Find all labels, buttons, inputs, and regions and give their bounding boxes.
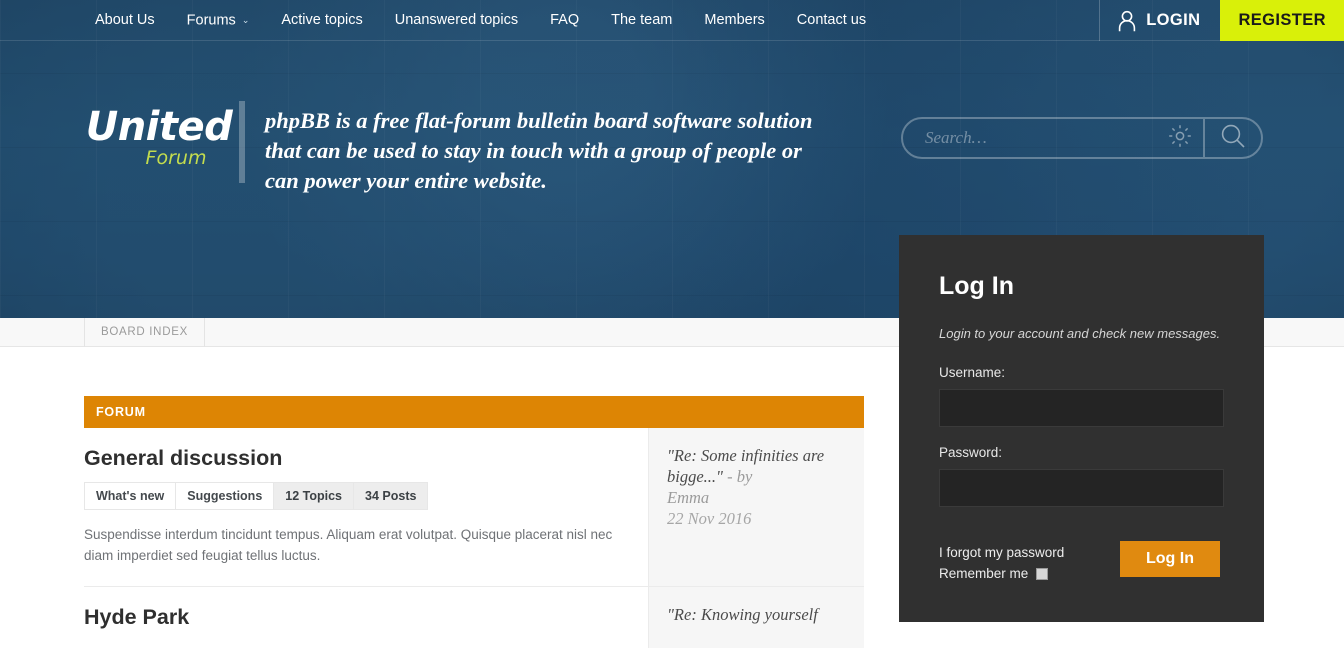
register-nav-label: REGISTER [1238,11,1326,29]
username-field[interactable] [939,389,1224,427]
forum-row-subtabs: What's new Suggestions 12 Topics 34 Post… [84,482,628,510]
search-bar [901,117,1263,159]
forum-row: Hyde Park "Re: Knowing yourself [84,587,864,648]
nav-item-contact-us[interactable]: Contact us [781,0,882,41]
nav-item-label: FAQ [550,12,580,28]
login-panel: Log In Login to your account and check n… [899,235,1264,622]
nav-item-label: Active topics [281,12,363,28]
nav-item-about-us[interactable]: About Us [95,0,171,41]
login-panel-subtitle: Login to your account and check new mess… [939,326,1221,341]
nav-links: About Us Forums ⌄ Active topics Unanswere… [95,0,882,41]
forum-stat-topics: 12 Topics [273,482,354,510]
register-nav-button[interactable]: REGISTER [1220,0,1344,41]
forum-subtab-suggestions[interactable]: Suggestions [175,482,274,510]
forum-list: FORUM General discussion What's new Sugg… [84,396,864,648]
username-label: Username: [939,365,1006,380]
forum-row-title[interactable]: General discussion [84,445,628,471]
password-label: Password: [939,445,1003,460]
forum-subtab-whats-new[interactable]: What's new [84,482,176,510]
remember-me-checkbox[interactable] [1036,568,1049,580]
nav-item-active-topics[interactable]: Active topics [265,0,378,41]
login-nav-label: LOGIN [1146,11,1201,29]
login-panel-title: Log In [939,272,1014,300]
page-root: About Us Forums ⌄ Active topics Unanswere… [0,0,1344,648]
magnifier-icon [1219,122,1247,155]
forum-stat-posts: 34 Posts [353,482,429,510]
gear-icon[interactable] [1167,123,1203,154]
last-post-date: 22 Nov 2016 [667,509,752,528]
nav-item-label: Contact us [796,12,867,28]
nav-item-unanswered-topics[interactable]: Unanswered topics [379,0,534,41]
login-panel-options: I forgot my password Remember me [939,541,1104,584]
nav-item-label: Unanswered topics [394,12,519,28]
user-icon [1117,10,1137,32]
nav-item-label: Members [704,12,765,28]
password-field[interactable] [939,469,1224,507]
login-panel-footer: I forgot my password Remember me Log In [939,541,1224,584]
last-post-subject[interactable]: "Re: Knowing yourself [667,605,818,624]
nav-item-forums[interactable]: Forums ⌄ [171,0,266,41]
login-submit-button[interactable]: Log In [1120,541,1220,577]
hero-tagline: phpBB is a free flat-forum bulletin boar… [265,108,813,193]
forum-row-last-post: "Re: Some infinities are bigge..." - by … [648,428,864,586]
site-logo-name: United [85,104,233,150]
brand-divider [239,101,245,183]
chevron-down-icon: ⌄ [241,14,250,25]
search-input[interactable] [903,128,1167,148]
nav-item-members[interactable]: Members [688,0,780,41]
forum-row-title[interactable]: Hyde Park [84,604,628,630]
last-post-author[interactable]: Emma [667,487,850,508]
forum-row-main: General discussion What's new Suggestion… [84,428,648,586]
forum-list-header: FORUM [84,396,864,428]
forum-row-description: Suspendisse interdum tincidunt tempus. A… [84,527,613,563]
breadcrumb-item-board-index[interactable]: BOARD INDEX [84,318,205,347]
login-nav-button[interactable]: LOGIN [1100,0,1220,41]
nav-item-label: Forums [186,12,236,29]
nav-item-faq[interactable]: FAQ [534,0,595,41]
forum-row-main: Hyde Park [84,587,648,648]
nav-item-the-team[interactable]: The team [595,0,688,41]
nav-item-label: About Us [95,12,155,28]
remember-me-label: Remember me [939,566,1029,581]
remember-me-row: Remember me [939,564,1104,584]
site-logo[interactable]: United Forum [84,105,234,169]
nav-item-label: The team [611,12,673,28]
top-navigation: About Us Forums ⌄ Active topics Unanswere… [0,0,1344,41]
forum-row-last-post: "Re: Knowing yourself [648,587,864,648]
site-logo-sub: Forum [145,147,207,169]
nav-account-actions: LOGIN REGISTER [1099,0,1344,41]
forum-row: General discussion What's new Suggestion… [84,428,864,587]
last-post-by-label: - by [722,467,753,486]
search-submit-button[interactable] [1205,119,1261,157]
forgot-password-link[interactable]: I forgot my password [939,541,1104,564]
